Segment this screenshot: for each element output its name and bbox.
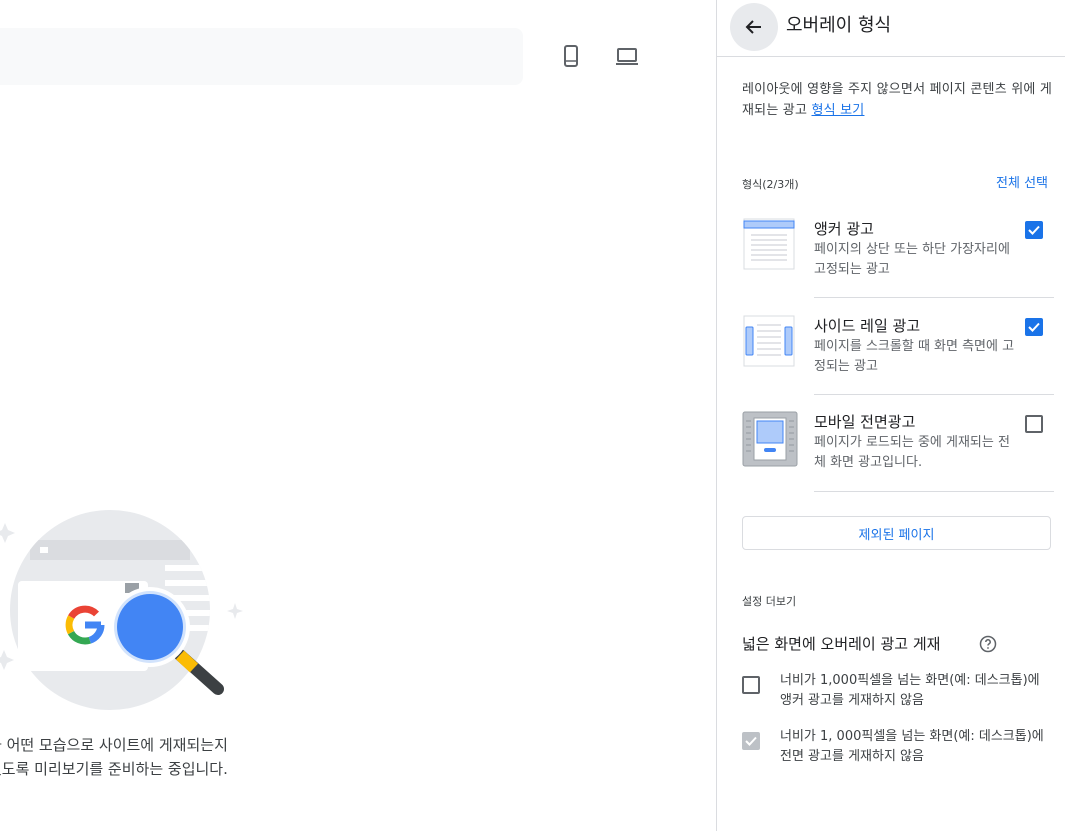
option-text: 너비가 1,000픽셀을 넘는 화면(예: 데스크톱)에 앵커 광고를 게재하지… (780, 671, 1065, 711)
preview-area: 가 어떤 모습으로 사이트에 게재되는지 있도록 미리보기를 준비하는 중입니다… (0, 0, 716, 831)
divider (814, 394, 1054, 395)
format-item-vignette: 모바일 전면광고 페이지가 로드되는 중에 게재되는 전체 화면 광고입니다. (717, 411, 1065, 507)
option-text-line-1: 너비가 1, 000픽셀을 넘는 화면(예: 데스크톱)에 (780, 729, 1044, 744)
checkmark-icon (1028, 322, 1040, 332)
format-description: 페이지를 스크롤할 때 화면 측면에 고정되는 광고 (814, 339, 1015, 374)
option-text: 너비가 1, 000픽셀을 넘는 화면(예: 데스크톱)에 전면 광고를 게재하… (780, 727, 1065, 767)
overlay-formats-panel: 오버레이 형식 레이아웃에 영향을 주지 않으면서 페이지 콘텐츠 위에 게재되… (716, 0, 1065, 831)
no-vignette-wide-screen-checkbox[interactable] (742, 732, 760, 750)
preview-loading-illustration (0, 510, 243, 710)
panel-description-text: 레이아웃에 영향을 주지 않으면서 페이지 콘텐츠 위에 게재되는 광고 (742, 82, 1053, 118)
more-settings-label: 설정 더보기 (742, 595, 797, 608)
divider (814, 491, 1054, 492)
wide-screen-title: 넓은 화면에 오버레이 광고 게재 (742, 635, 941, 653)
format-description: 페이지가 로드되는 중에 게재되는 전체 화면 광고입니다. (814, 435, 1010, 470)
option-text-line-2: 앵커 광고를 게재하지 않음 (780, 693, 924, 708)
desktop-preview-button[interactable] (609, 38, 645, 74)
checkmark-icon (745, 736, 757, 746)
preview-message-line-2: 있도록 미리보기를 준비하는 중입니다. (0, 760, 228, 778)
help-circle-icon[interactable] (979, 635, 997, 653)
panel-description: 레이아웃에 영향을 주지 않으면서 페이지 콘텐츠 위에 게재되는 광고 형식 … (742, 79, 1054, 121)
format-title: 앵커 광고 (814, 220, 874, 238)
smartphone-icon (564, 45, 578, 67)
format-title: 사이드 레일 광고 (814, 317, 921, 335)
option-text-line-1: 너비가 1,000픽셀을 넘는 화면(예: 데스크톱)에 (780, 673, 1040, 688)
formats-count-label: 형식(2/3개) (742, 178, 799, 191)
anchor-ad-checkbox[interactable] (1025, 221, 1043, 239)
preview-message-line-1: 가 어떤 모습으로 사이트에 게재되는지 (0, 736, 228, 754)
no-anchor-wide-screen-checkbox[interactable] (742, 676, 760, 694)
format-item-anchor: 앵커 광고 페이지의 상단 또는 하단 가장자리에 고정되는 광고 (717, 218, 1065, 314)
laptop-icon (616, 48, 638, 65)
view-formats-link[interactable]: 형식 보기 (811, 103, 864, 118)
divider (814, 297, 1054, 298)
select-all-link[interactable]: 전체 선택 (996, 172, 1048, 191)
format-title: 모바일 전면광고 (814, 413, 916, 431)
back-button[interactable] (730, 3, 778, 51)
format-item-side-rail: 사이드 레일 광고 페이지를 스크롤할 때 화면 측면에 고정되는 광고 (717, 315, 1065, 411)
side-rail-ad-checkbox[interactable] (1025, 318, 1043, 336)
excluded-pages-button[interactable]: 제외된 페이지 (742, 516, 1051, 550)
panel-header: 오버레이 형식 (717, 0, 1065, 57)
option-text-line-2: 전면 광고를 게재하지 않음 (780, 749, 924, 764)
preview-url-bar (0, 28, 523, 85)
panel-title: 오버레이 형식 (786, 15, 892, 36)
vignette-ad-checkbox[interactable] (1025, 415, 1043, 433)
format-description: 페이지의 상단 또는 하단 가장자리에 고정되는 광고 (814, 242, 1010, 277)
vignette-ad-thumbnail (742, 411, 798, 467)
side-rail-ad-thumbnail (743, 315, 795, 367)
anchor-ad-thumbnail (743, 218, 795, 270)
checkmark-icon (1028, 225, 1040, 235)
arrow-back-icon (745, 20, 761, 34)
preview-loading-message: 가 어떤 모습으로 사이트에 게재되는지 있도록 미리보기를 준비하는 중입니다… (0, 733, 290, 781)
mobile-preview-button[interactable] (553, 38, 589, 74)
